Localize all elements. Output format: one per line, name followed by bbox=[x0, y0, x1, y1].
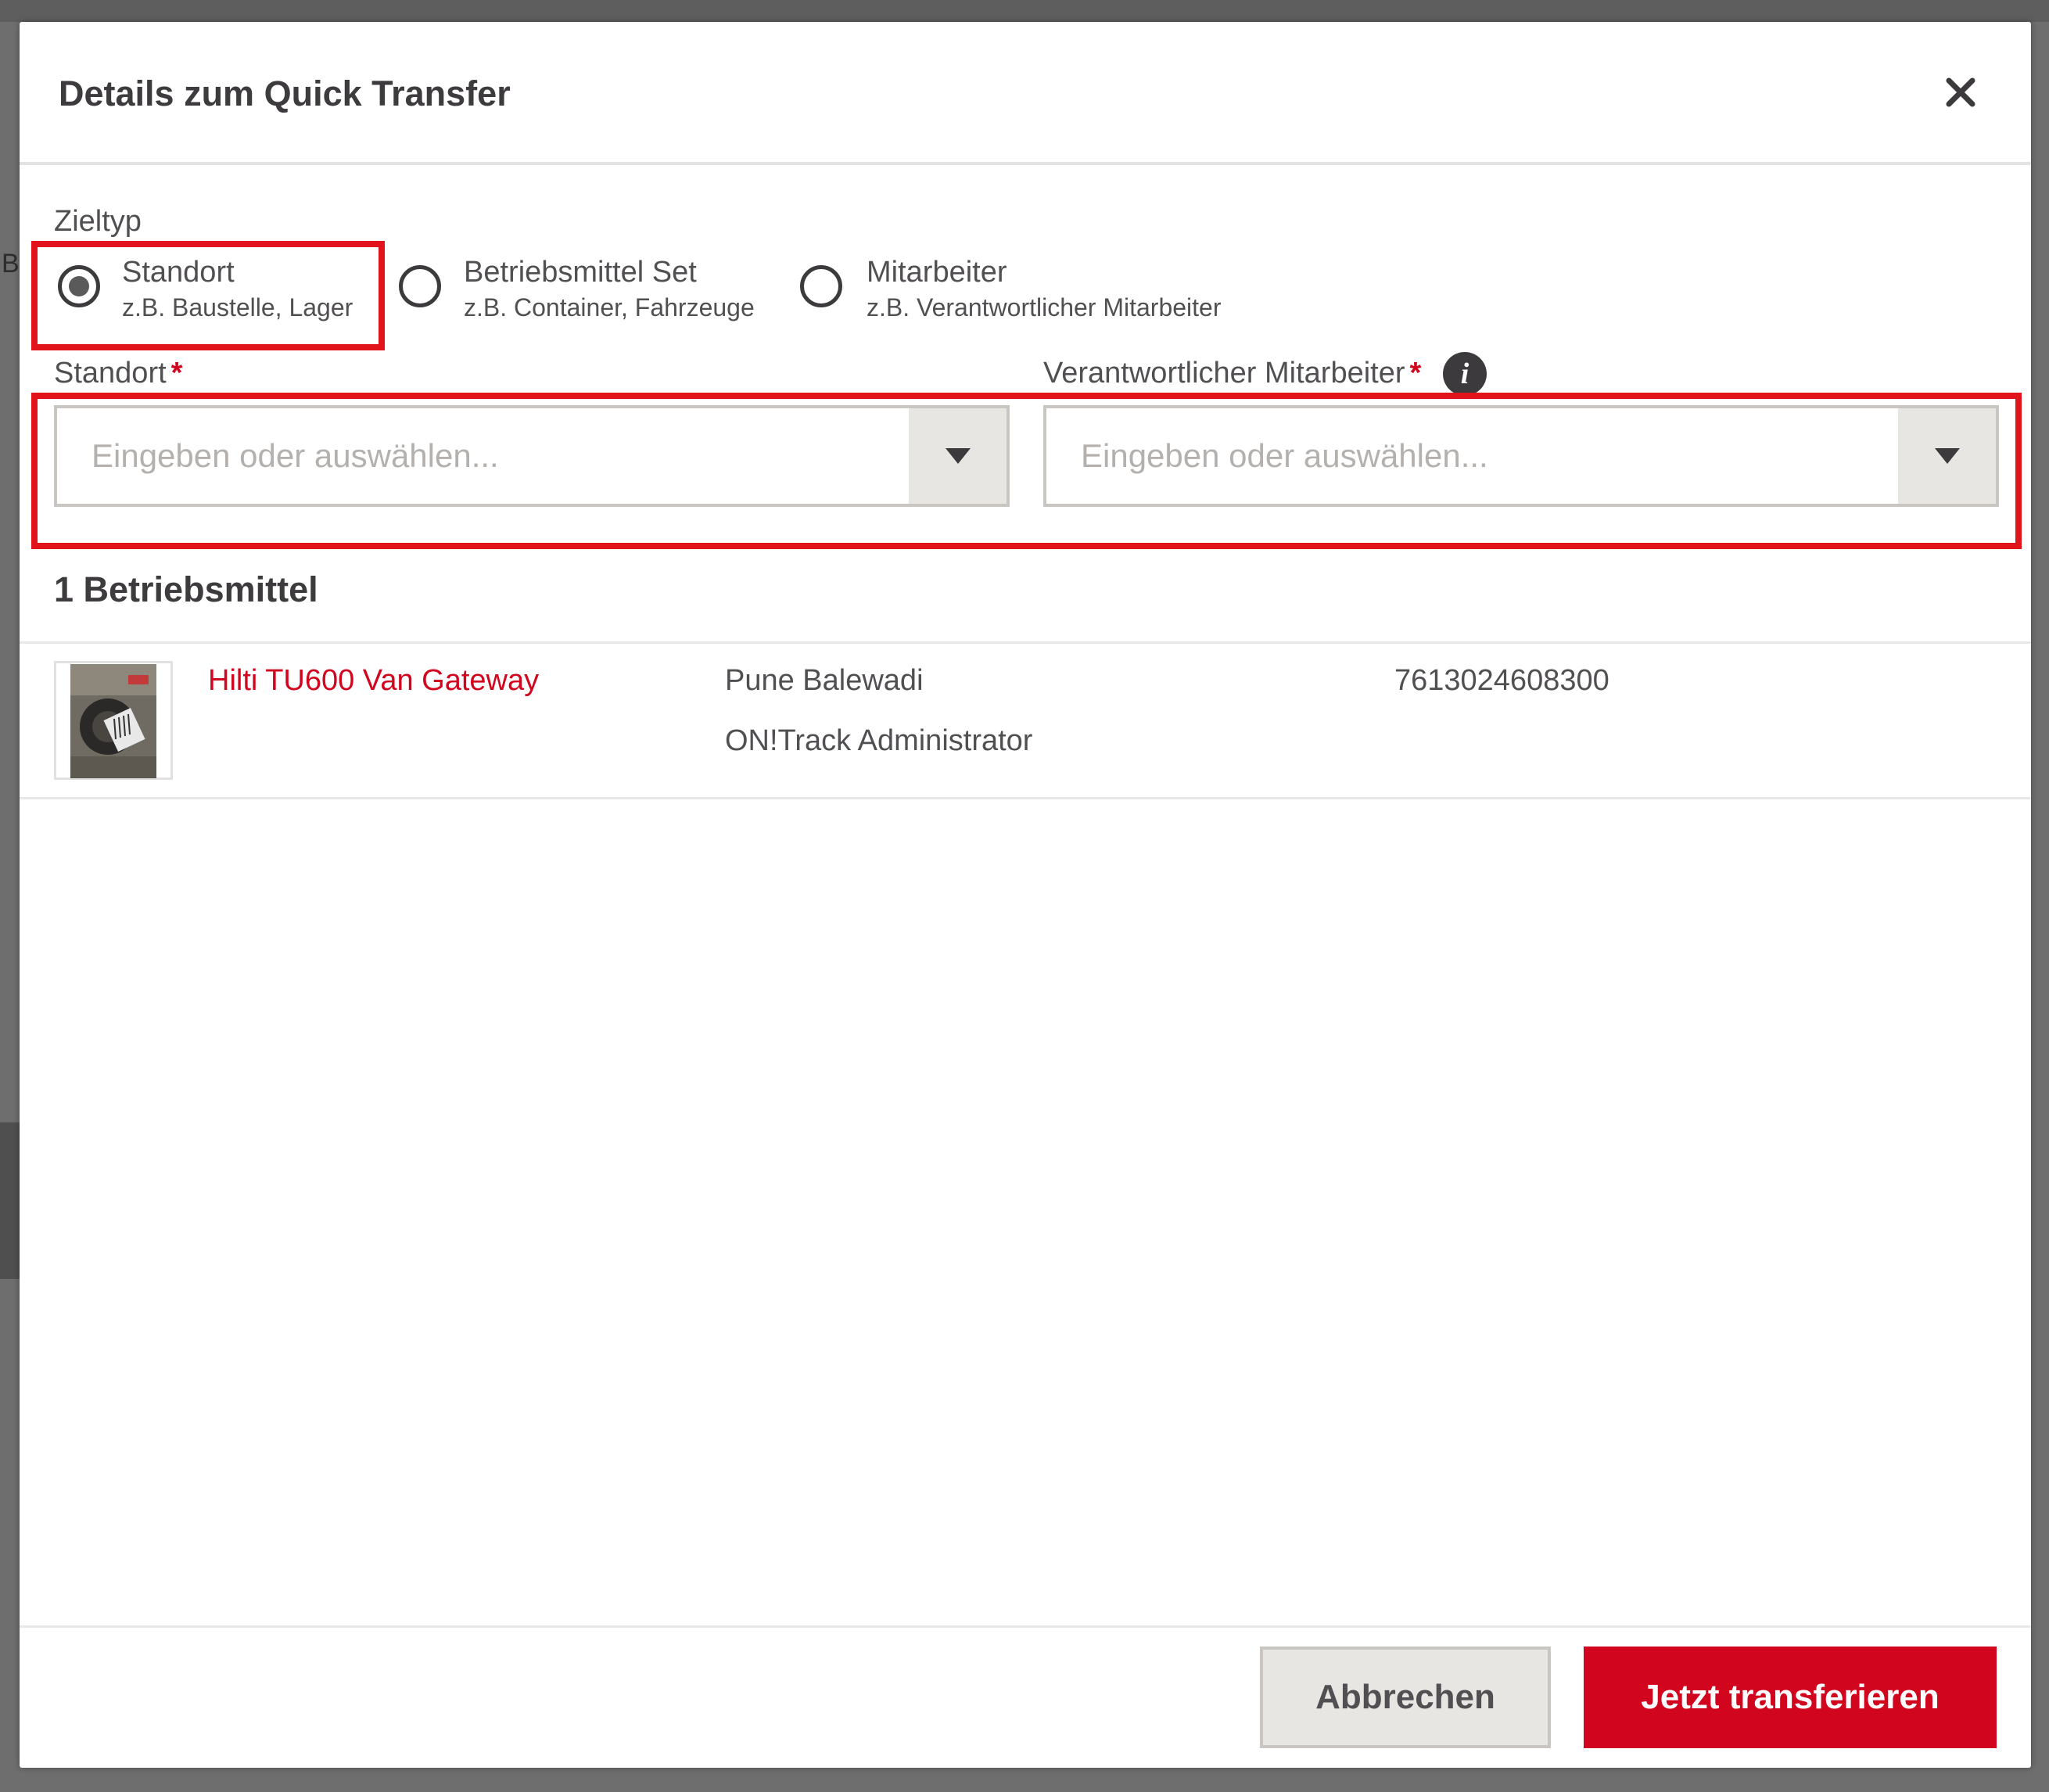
asset-location: Pune Balewadi bbox=[725, 664, 924, 697]
device-image-icon bbox=[70, 664, 156, 778]
asset-row: Hilti TU600 Van Gateway Pune Balewadi ON… bbox=[20, 641, 2031, 799]
quick-transfer-dialog: Details zum Quick Transfer Zieltyp Stand… bbox=[20, 22, 2031, 1768]
chevron-down-icon bbox=[1934, 448, 1960, 464]
responsible-dropdown-toggle[interactable] bbox=[1898, 408, 1996, 504]
asset-code: 7613024608300 bbox=[1394, 664, 1609, 697]
responsible-input[interactable] bbox=[1046, 408, 1898, 504]
dialog-header: Details zum Quick Transfer bbox=[20, 22, 2031, 165]
location-input[interactable] bbox=[57, 408, 909, 504]
assets-heading: 1 Betriebsmittel bbox=[54, 569, 318, 609]
radio-title-betriebsmittel-set: Betriebsmittel Set bbox=[464, 256, 697, 289]
cancel-button[interactable]: Abbrechen bbox=[1260, 1647, 1551, 1748]
responsible-combobox[interactable] bbox=[1043, 405, 1999, 507]
radio-title-mitarbeiter: Mitarbeiter bbox=[867, 256, 1007, 289]
dialog-title: Details zum Quick Transfer bbox=[59, 74, 511, 113]
asset-thumbnail bbox=[54, 661, 173, 780]
radio-button-standort[interactable] bbox=[58, 265, 100, 307]
backdrop-top-bar bbox=[0, 0, 2049, 22]
asset-name-link[interactable]: Hilti TU600 Van Gateway bbox=[208, 664, 539, 698]
target-type-label: Zieltyp bbox=[54, 205, 142, 238]
asset-owner: ON!Track Administrator bbox=[725, 724, 1033, 757]
chevron-down-icon bbox=[945, 448, 971, 464]
responsible-label-text: Verantwortlicher Mitarbeiter bbox=[1043, 357, 1405, 390]
required-marker: * bbox=[1409, 357, 1422, 390]
transfer-now-button[interactable]: Jetzt transferieren bbox=[1584, 1647, 1997, 1748]
radio-title-standort: Standort bbox=[122, 256, 235, 289]
info-icon[interactable]: i bbox=[1443, 352, 1487, 396]
radio-subtitle-mitarbeiter: z.B. Verantwortlicher Mitarbeiter bbox=[867, 293, 1222, 321]
responsible-label: Verantwortlicher Mitarbeiter * bbox=[1043, 357, 1421, 390]
radio-subtitle-betriebsmittel-set: z.B. Container, Fahrzeuge bbox=[464, 293, 755, 321]
location-label: Standort * bbox=[54, 357, 182, 390]
backdrop-band bbox=[0, 1122, 20, 1279]
backdrop-partial-text: B bbox=[2, 249, 20, 278]
dialog-footer: Abbrechen Jetzt transferieren bbox=[20, 1625, 2031, 1768]
radio-subtitle-standort: z.B. Baustelle, Lager bbox=[122, 293, 353, 321]
location-dropdown-toggle[interactable] bbox=[909, 408, 1007, 504]
required-marker: * bbox=[170, 357, 183, 390]
location-label-text: Standort bbox=[54, 357, 167, 390]
radio-button-betriebsmittel-set[interactable] bbox=[399, 265, 441, 307]
radio-button-mitarbeiter[interactable] bbox=[800, 265, 842, 307]
close-icon[interactable] bbox=[1937, 69, 1984, 116]
location-combobox[interactable] bbox=[54, 405, 1010, 507]
